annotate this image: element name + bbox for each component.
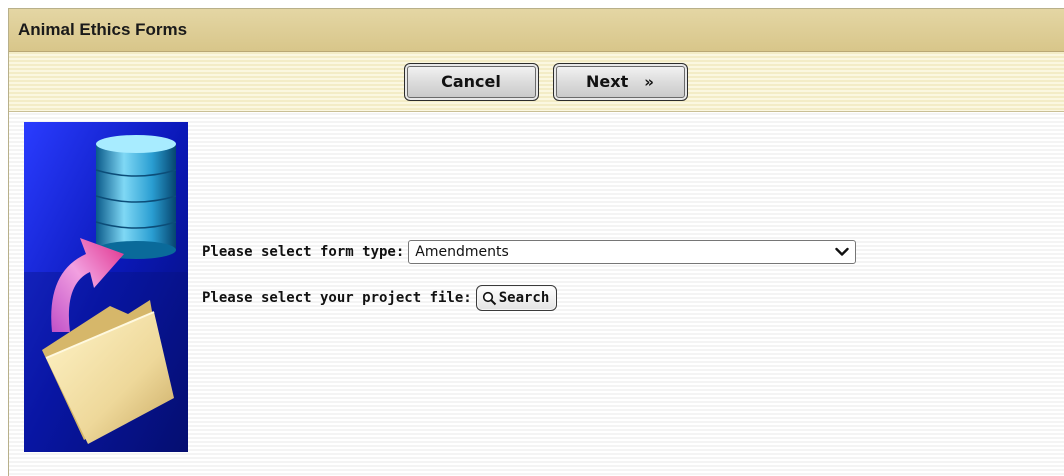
form-area: Please select form type: Amendments Plea… [202, 240, 857, 311]
app-frame: Animal Ethics Forms Cancel Next » Please… [8, 8, 1064, 476]
chevron-down-icon [835, 247, 849, 256]
main-content: Please select form type: Amendments Plea… [9, 112, 1064, 475]
form-type-value: Amendments [415, 244, 509, 260]
page-title: Animal Ethics Forms [18, 20, 188, 39]
search-button[interactable]: Search [475, 285, 558, 311]
cancel-button[interactable]: Cancel [403, 62, 539, 101]
next-button-label: Next [586, 72, 629, 91]
cancel-button-label: Cancel [441, 72, 501, 91]
form-type-label: Please select form type: [202, 244, 405, 260]
search-button-label: Search [498, 290, 550, 306]
magnifier-icon [482, 291, 496, 305]
title-bar: Animal Ethics Forms [9, 9, 1064, 52]
button-toolbar: Cancel Next » [9, 52, 1064, 112]
form-type-row: Please select form type: Amendments [202, 240, 857, 264]
project-file-label: Please select your project file: [202, 290, 472, 306]
project-file-row: Please select your project file: Search [202, 285, 856, 311]
double-chevron-right-icon: » [644, 72, 654, 91]
next-button[interactable]: Next » [552, 62, 688, 101]
database-folder-illustration [24, 122, 188, 452]
form-type-select[interactable]: Amendments [408, 240, 857, 264]
